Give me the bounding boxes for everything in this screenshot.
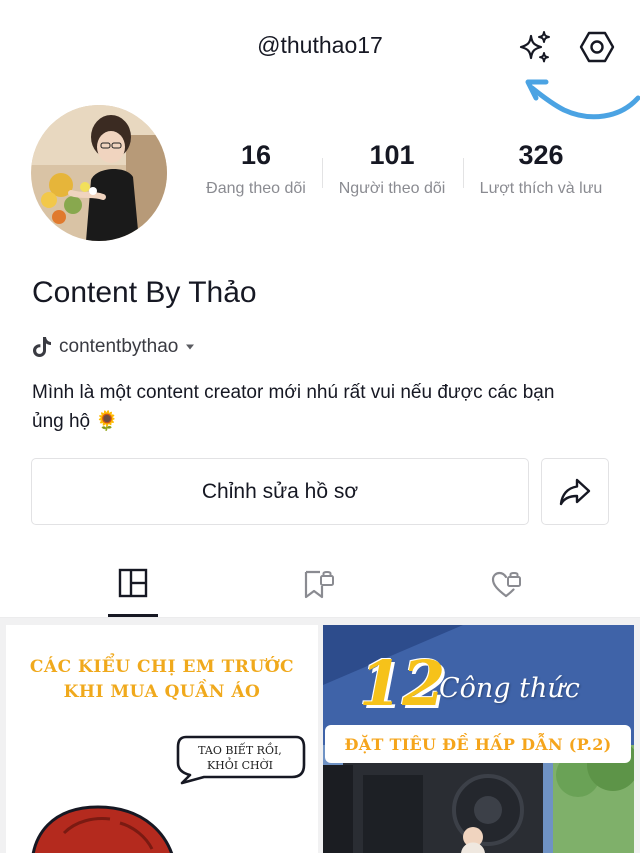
saved-locked-icon [304, 570, 334, 599]
video-title: CÁC KIỂU CHỊ EM TRƯỚC KHI MUA QUẦN ÁO [6, 655, 318, 705]
tab-videos[interactable] [78, 552, 188, 616]
settings-icon[interactable] [576, 28, 618, 68]
active-tab-indicator [108, 614, 158, 617]
profile-stats: 16 Đang theo dõi 101 Người theo dõi 326 … [186, 140, 640, 210]
stat-following-label: Đang theo dõi [206, 180, 306, 197]
share-profile-button[interactable] [541, 458, 609, 525]
liked-locked-icon [491, 571, 521, 598]
top-bar: @thuthao17 [0, 0, 640, 120]
cartoon-character [31, 805, 173, 853]
video-title-band: ĐẶT TIÊU ĐỀ HẤP DẪN (P.2) [325, 725, 631, 763]
video-title-line: KHI MUA QUẦN ÁO [63, 682, 261, 702]
linked-account-name: contentbythao [59, 336, 179, 357]
tab-liked[interactable] [452, 552, 562, 616]
video-thumbnail[interactable]: 12 Công thức ĐẶT TIÊU ĐỀ HẤP DẪN (P.2) [323, 625, 634, 853]
speech-bubble-line: TAO BIẾT RỒI, [198, 744, 282, 757]
sparkle-icon[interactable] [514, 28, 556, 68]
video-grid: CÁC KIỂU CHỊ EM TRƯỚC KHI MUA QUẦN ÁO TA… [0, 618, 640, 853]
stat-likes-count: 326 [518, 140, 564, 170]
video-title-word: Công thức [439, 673, 580, 704]
profile-bio: Mình là một content creator mới nhú rất … [32, 378, 622, 436]
display-name: Content By Thảo [32, 276, 257, 309]
stat-following-count: 16 [240, 140, 272, 170]
bio-line: Mình là một content creator mới nhú rất … [32, 382, 555, 403]
stat-followers[interactable]: 101 Người theo dõi [327, 140, 457, 198]
stat-divider [463, 158, 464, 188]
video-title-line: CÁC KIỂU CHỊ EM TRƯỚC [29, 657, 295, 677]
tiktok-icon [33, 337, 51, 357]
stat-followers-label: Người theo dõi [338, 180, 446, 197]
bio-line: ủng hộ 🌻 [32, 411, 120, 432]
profile-tabs [0, 552, 640, 618]
video-thumbnail[interactable]: CÁC KIỂU CHỊ EM TRƯỚC KHI MUA QUẦN ÁO TA… [6, 625, 318, 853]
speech-bubble-text: TAO BIẾT RỒI, KHỎI CHỜI [174, 743, 306, 773]
tab-saved[interactable] [265, 552, 375, 616]
avatar[interactable] [31, 105, 167, 241]
stat-followers-count: 101 [369, 140, 415, 170]
stat-likes[interactable]: 326 Lượt thích và lưu [468, 140, 614, 198]
stat-divider [322, 158, 323, 188]
share-icon [559, 478, 591, 505]
chevron-down-icon [186, 344, 195, 350]
stat-likes-label: Lượt thích và lưu [479, 180, 603, 197]
stat-following[interactable]: 16 Đang theo dõi [191, 140, 321, 198]
linked-account[interactable]: contentbythao [32, 335, 195, 359]
video-title-number: 12 [359, 647, 446, 720]
speech-bubble-line: KHỎI CHỜI [206, 759, 274, 772]
edit-profile-button[interactable]: Chỉnh sửa hồ sơ [31, 458, 529, 525]
annotation-arrow-icon [525, 79, 640, 120]
grid-icon [118, 568, 148, 598]
